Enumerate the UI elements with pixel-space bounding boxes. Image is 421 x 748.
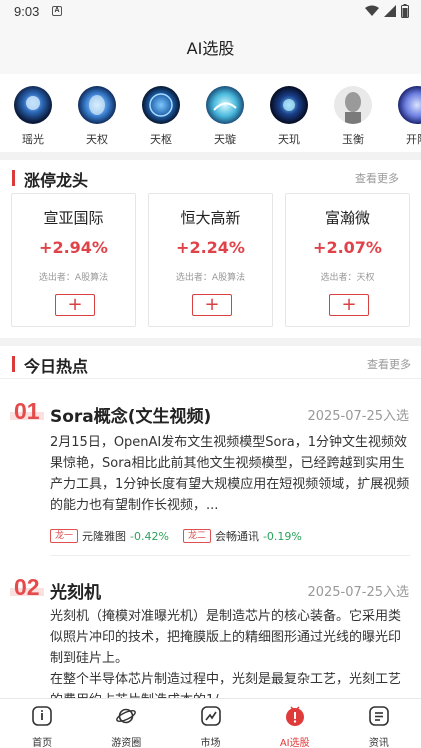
avatar-label: 天枢	[150, 133, 172, 146]
avatar	[142, 86, 180, 124]
topic-title: 光刻机	[50, 583, 101, 603]
avatar-label: 玉衡	[342, 133, 364, 146]
section-accent-bar	[12, 356, 15, 372]
page-title: AI选股	[0, 24, 421, 74]
section-divider	[0, 338, 421, 346]
stock-card[interactable]: 富瀚微 +2.07% 选出者：天权 +	[285, 193, 410, 327]
item-separator	[50, 555, 410, 556]
tab-label: 市场	[200, 738, 221, 748]
avatar-label: 天璇	[214, 133, 236, 146]
add-watchlist-button[interactable]: +	[192, 294, 232, 316]
topic-number: 02	[14, 574, 40, 600]
news-icon	[369, 706, 389, 726]
topic-summary: 光刻机（掩模对准曝光机）是制造芯片的核心装备。它采用类似照片冲印的技术，把掩膜版…	[50, 609, 402, 698]
add-watchlist-button[interactable]: +	[329, 294, 369, 316]
bottom-tab-bar: 首页 游资圈 市场 AI选股 资讯	[0, 698, 421, 748]
tab-label: 资讯	[368, 738, 389, 748]
avatar	[398, 86, 421, 124]
stock-card[interactable]: 宣亚国际 +2.94% 选出者：A股算法 +	[11, 193, 136, 327]
avatar	[78, 86, 116, 124]
ai-icon	[285, 706, 304, 726]
stock-change: +2.94%	[39, 238, 108, 257]
section-accent-bar	[12, 170, 15, 186]
tab-market[interactable]: 市场	[168, 699, 252, 748]
header-separator	[0, 378, 421, 379]
avatar-item-tianshu[interactable]: 天枢	[136, 86, 186, 147]
topic-title: Sora概念(文生视频)	[50, 407, 212, 427]
section-divider	[0, 152, 421, 160]
rank-tag: 龙一	[50, 529, 79, 543]
signal-icon	[384, 5, 396, 17]
stock-name: 宣亚国际	[43, 209, 104, 227]
topic-date: 2025-07-25入选	[307, 585, 409, 600]
avatar	[206, 86, 244, 124]
tab-home[interactable]: 首页	[0, 699, 84, 748]
tab-ai-stock[interactable]: AI选股	[253, 699, 337, 748]
avatar-item-kaiyang[interactable]: 开阳	[392, 86, 421, 147]
topic-summary: 2月15日，OpenAI发布文生视频模型Sora，1分钟文生视频效果惊艳，Sor…	[50, 435, 410, 513]
avatar-label: 天权	[86, 133, 108, 146]
tab-news[interactable]: 资讯	[337, 699, 421, 748]
limit-up-cards: 宣亚国际 +2.94% 选出者：A股算法 + 恒大高新 +2.24% 选出者：A…	[11, 193, 411, 327]
section-title: 涨停龙头	[24, 171, 89, 190]
avatar-item-tianquan[interactable]: 天权	[72, 86, 122, 147]
wifi-icon	[365, 5, 379, 16]
stock-change: -0.42%	[130, 529, 169, 543]
tab-label: 游资圈	[111, 738, 142, 748]
stock-name: 恒大高新	[180, 209, 241, 227]
notification-badge-icon: A	[52, 6, 62, 16]
avatar	[14, 86, 52, 124]
strategy-avatar-row[interactable]: 瑶光 天权 天枢 天璇 天玑 玉衡 开	[0, 80, 421, 150]
picked-by: 选出者：A股算法	[38, 273, 109, 283]
avatar	[270, 86, 308, 124]
status-bar: 9:03 A	[0, 0, 421, 24]
chart-icon	[200, 706, 221, 726]
view-more-link[interactable]: 查看更多	[367, 356, 411, 372]
stock-name[interactable]: 会畅通讯	[215, 528, 259, 544]
tab-label: AI选股	[279, 738, 310, 748]
topic-number: 01	[14, 398, 40, 424]
view-more-link[interactable]: 查看更多	[355, 170, 399, 186]
stock-name[interactable]: 元隆雅图	[82, 528, 126, 544]
tab-label: 首页	[32, 738, 53, 748]
avatar-item-yuheng[interactable]: 玉衡	[328, 86, 378, 147]
stock-change: +2.07%	[313, 238, 382, 257]
topic-stocks: 龙一 元隆雅图 -0.42% 龙二 会畅通讯 -0.19%	[50, 528, 316, 544]
avatar-label: 天玑	[278, 133, 300, 146]
avatar-item-yaoguang[interactable]: 瑶光	[8, 86, 58, 147]
stock-change: -0.19%	[262, 529, 302, 543]
topic-date: 2025-07-25入选	[307, 409, 409, 424]
battery-icon	[401, 4, 409, 18]
rank-tag: 龙二	[182, 529, 211, 543]
app-screen: 9:03 A AI选股 瑶光 天权 天枢 天璇 天玑 玉衡 开 涨停龙头 查看更…	[0, 0, 421, 748]
avatar-label: 瑶光	[22, 133, 44, 146]
system-icons	[365, 4, 409, 18]
section-title: 今日热点	[24, 357, 89, 376]
add-watchlist-button[interactable]: +	[55, 294, 95, 316]
avatar-item-tianxuan[interactable]: 天璇	[200, 86, 250, 147]
stock-change: +2.24%	[176, 238, 245, 257]
picked-by: 选出者：天权	[320, 273, 375, 283]
avatar	[334, 86, 372, 124]
home-icon	[32, 706, 52, 726]
tab-traders[interactable]: 游资圈	[84, 699, 168, 748]
picked-by: 选出者：A股算法	[175, 273, 246, 283]
stock-name: 富瀚微	[324, 209, 370, 227]
planet-icon	[116, 708, 137, 724]
avatar-item-tianji[interactable]: 天玑	[264, 86, 314, 147]
stock-card[interactable]: 恒大高新 +2.24% 选出者：A股算法 +	[148, 193, 273, 327]
avatar-label: 开阳	[406, 133, 421, 146]
status-time: 9:03	[14, 4, 40, 19]
